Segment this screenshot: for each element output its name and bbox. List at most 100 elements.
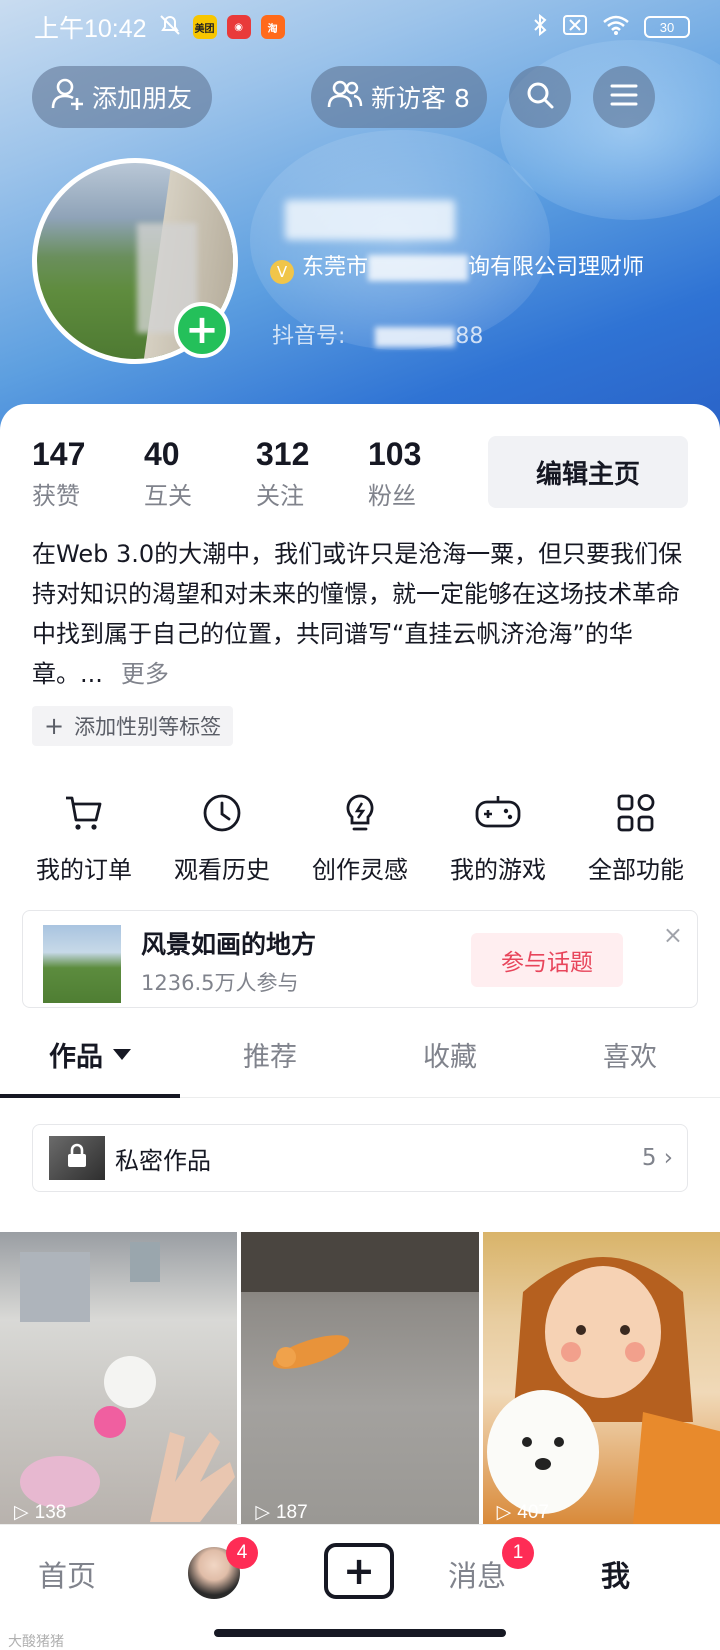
search-icon — [524, 79, 556, 115]
feature-inspiration[interactable]: 创作灵感 — [291, 792, 429, 885]
tab-likes[interactable]: 喜欢 — [540, 1012, 720, 1097]
app-badge-netease-icon: ◉ — [226, 15, 251, 39]
play-count-value: 138 — [34, 1501, 67, 1523]
play-count: ▷ 187 — [255, 1501, 307, 1524]
topic-title: 风景如画的地方 — [141, 930, 317, 959]
create-post-button[interactable]: + — [324, 1543, 394, 1599]
video-thumbnail[interactable]: ▷ 407 — [482, 1232, 720, 1524]
home-indicator — [214, 1629, 506, 1637]
watermark: 大酸猪猪 — [8, 1634, 64, 1650]
feature-orders[interactable]: 我的订单 — [15, 792, 153, 885]
friends-badge: 4 — [226, 1537, 258, 1569]
profile-card: 147 获赞 40 互关 312 关注 103 粉丝 编辑主页 在Web 3.0… — [0, 404, 720, 1524]
play-icon: ▷ — [255, 1502, 270, 1523]
stat-label: 粉丝 — [368, 482, 416, 510]
tab-favorites[interactable]: 收藏 — [360, 1012, 540, 1097]
tab-label: 喜欢 — [603, 1042, 657, 1073]
close-icon[interactable]: × — [663, 921, 683, 949]
stat-mutual[interactable]: 40 互关 — [144, 434, 256, 511]
grid-icon — [615, 792, 657, 838]
feature-games[interactable]: 我的游戏 — [429, 792, 567, 885]
feature-label: 观看历史 — [174, 856, 270, 884]
stat-label: 获赞 — [32, 482, 80, 510]
search-button[interactable] — [509, 66, 571, 128]
verified-badge-icon: V — [270, 260, 294, 284]
status-bar: 上午10:42 美团 ◉ 淘 30 — [0, 0, 720, 54]
play-icon: ▷ — [14, 1502, 29, 1523]
add-user-icon — [50, 76, 86, 118]
topic-participants: 1236.5万人参与 — [141, 971, 299, 995]
stat-number: 40 — [144, 436, 180, 472]
gamepad-icon — [475, 792, 521, 838]
feature-all[interactable]: 全部功能 — [567, 792, 705, 885]
bell-off-icon — [157, 13, 183, 41]
video-thumbnail-art — [486, 1257, 720, 1524]
feature-label: 我的订单 — [36, 856, 132, 884]
profile-header: 上午10:42 美团 ◉ 淘 30 添加朋友 新访客 8 + V 东莞市 询有限… — [0, 0, 720, 430]
tab-works[interactable]: 作品 — [0, 1012, 180, 1098]
battery-indicator: 30 — [644, 16, 690, 38]
stats-row: 147 获赞 40 互关 312 关注 103 粉丝 — [32, 434, 480, 511]
stat-following[interactable]: 312 关注 — [256, 434, 368, 511]
add-tags-label: 添加性别等标签 — [74, 715, 222, 739]
messages-badge: 1 — [502, 1537, 534, 1569]
play-count: ▷ 407 — [497, 1501, 549, 1524]
topic-card[interactable]: 风景如画的地方 1236.5万人参与 参与话题 × — [22, 910, 698, 1008]
video-grid: ▷ 138 ▷ 187 ▷ 407 — [0, 1232, 720, 1524]
douyin-id-tail: 88 — [455, 324, 484, 349]
verify-mask — [368, 255, 469, 281]
tab-recommend[interactable]: 推荐 — [180, 1012, 360, 1097]
username-masked — [285, 200, 455, 240]
bio-more-link[interactable]: 更多 — [121, 660, 169, 688]
bio[interactable]: 在Web 3.0的大潮中，我们或许只是沧海一粟，但只要我们保持对知识的渴望和对未… — [32, 534, 692, 694]
caret-down-icon — [113, 1049, 131, 1060]
video-thumbnail[interactable]: ▷ 138 — [0, 1232, 238, 1524]
edit-profile-button[interactable]: 编辑主页 — [488, 436, 688, 508]
tab-label: 作品 — [49, 1042, 103, 1073]
sim-off-icon — [562, 14, 588, 40]
add-friend-button[interactable]: 添加朋友 — [32, 66, 212, 128]
douyin-id-mask — [375, 327, 456, 347]
add-tags-button[interactable]: + 添加性别等标签 — [32, 706, 234, 746]
video-thumbnail-art — [20, 1242, 235, 1522]
status-time: 上午10:42 — [34, 15, 147, 43]
stat-followers[interactable]: 103 粉丝 — [368, 434, 480, 511]
play-count: ▷ 138 — [14, 1501, 66, 1524]
feature-row: 我的订单 观看历史 创作灵感 我的游戏 全部功能 — [0, 792, 720, 885]
tab-label: 收藏 — [423, 1042, 477, 1073]
nav-me[interactable]: 我 — [601, 1553, 630, 1595]
join-topic-button[interactable]: 参与话题 — [471, 933, 623, 987]
nav-messages[interactable]: 消息 — [448, 1553, 506, 1595]
new-visitors-button[interactable]: 新访客 8 — [311, 66, 487, 128]
add-avatar-button[interactable]: + — [174, 302, 230, 358]
verification-text: V 东莞市 询有限公司理财师 — [270, 252, 660, 284]
feature-label: 全部功能 — [588, 856, 684, 884]
users-icon — [327, 78, 363, 116]
app-badge-taobao-icon: 淘 — [260, 15, 285, 39]
stat-number: 147 — [32, 436, 86, 472]
private-works-label: 私密作品 — [115, 1146, 211, 1175]
douyin-id-label: 抖音号: — [272, 324, 346, 349]
content-tabs: 作品 推荐 收藏 喜欢 — [0, 1012, 720, 1098]
private-works-row[interactable]: 私密作品 5 › — [32, 1124, 688, 1192]
bluetooth-icon — [532, 13, 548, 41]
video-thumbnail[interactable]: ▷ 187 — [241, 1232, 479, 1524]
stat-likes[interactable]: 147 获赞 — [32, 434, 144, 511]
play-count-value: 187 — [275, 1501, 308, 1523]
tab-label: 推荐 — [243, 1042, 297, 1073]
menu-button[interactable] — [593, 66, 655, 128]
feature-history[interactable]: 观看历史 — [153, 792, 291, 885]
nav-home[interactable]: 首页 — [38, 1553, 96, 1595]
feature-label: 我的游戏 — [450, 856, 546, 884]
stat-label: 关注 — [256, 482, 304, 510]
lock-icon — [65, 1143, 89, 1173]
topic-thumbnail — [43, 925, 121, 1003]
app-badge-meituan-icon: 美团 — [192, 15, 217, 39]
new-visitors-label: 新访客 8 — [371, 84, 470, 113]
wifi-icon — [602, 14, 630, 40]
douyin-id: 抖音号: 88 — [272, 318, 483, 350]
play-count-value: 407 — [517, 1501, 549, 1523]
stat-label: 互关 — [144, 482, 192, 510]
status-right: 30 — [532, 13, 690, 41]
stat-number: 103 — [368, 436, 422, 472]
